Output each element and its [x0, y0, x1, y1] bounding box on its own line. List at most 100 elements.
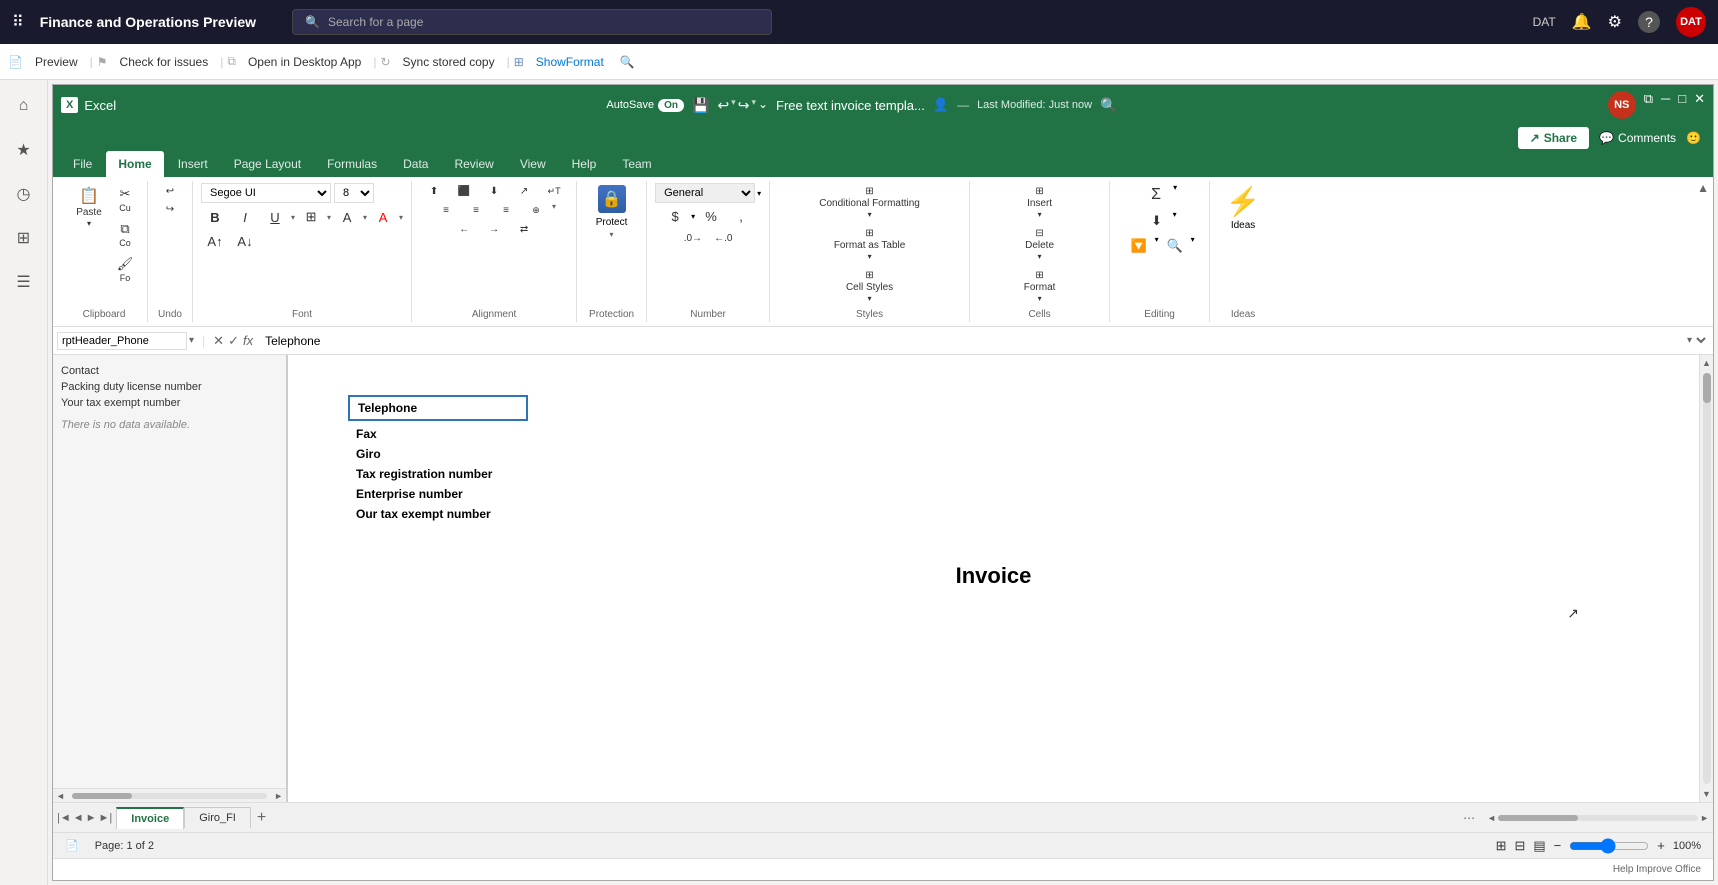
insert-dropdown[interactable]: ▾ — [1038, 210, 1042, 219]
fill-dropdown[interactable]: ▾ — [363, 213, 367, 222]
borders-dropdown[interactable]: ▾ — [327, 213, 331, 222]
delete-cells-button[interactable]: ⊟ Delete ▾ — [1020, 225, 1059, 264]
align-bottom-button[interactable]: ⬇ — [480, 183, 508, 200]
underline-button[interactable]: U — [261, 207, 289, 228]
sheet-hscroll-right[interactable]: ► — [1700, 813, 1709, 823]
share-button[interactable]: ↗ Share — [1518, 127, 1589, 149]
percent-button[interactable]: % — [697, 206, 725, 227]
merge-dropdown[interactable]: ▾ — [552, 202, 556, 219]
autosave-on-label[interactable]: On — [658, 99, 684, 112]
formula-cancel-icon[interactable]: ✕ — [213, 333, 224, 349]
help-improve-label[interactable]: Help Improve Office — [1613, 864, 1701, 875]
orientation-button[interactable]: ↗ — [510, 183, 538, 200]
font-size-select[interactable]: 8 — [334, 183, 374, 203]
scroll-up-button[interactable]: ▲ — [1699, 355, 1713, 371]
tab-nav-prev[interactable]: ◄ — [73, 812, 84, 824]
sort-filter-button[interactable]: 🔽 — [1125, 235, 1153, 257]
underline-dropdown[interactable]: ▾ — [291, 213, 295, 222]
cond-format-dropdown[interactable]: ▾ — [868, 210, 872, 219]
autosum-button[interactable]: Σ — [1142, 183, 1170, 207]
format-table-dropdown[interactable]: ▾ — [868, 252, 872, 261]
cell-reference-box[interactable] — [57, 332, 187, 350]
user-avatar[interactable]: DAT — [1676, 7, 1706, 37]
sidebar-list-icon[interactable]: ☰ — [6, 264, 42, 300]
comma-button[interactable]: , — [727, 206, 755, 227]
h-scroll-left-icon[interactable]: ◄ — [53, 791, 68, 801]
insert-cells-button[interactable]: ⊞ Insert ▾ — [1022, 183, 1057, 222]
tab-insert[interactable]: Insert — [166, 151, 220, 177]
align-left-button[interactable]: ≡ — [432, 202, 460, 219]
add-sheet-button[interactable]: + — [251, 809, 272, 827]
sheet-scroll-thumb[interactable] — [1498, 815, 1578, 821]
tab-nav-last[interactable]: ►| — [99, 812, 113, 824]
sheet-hscroll-left[interactable]: ◄ — [1487, 813, 1496, 823]
conditional-formatting-button[interactable]: ⊞ Conditional Formatting ▾ — [814, 183, 925, 222]
align-center-button[interactable]: ≡ — [462, 202, 490, 219]
scroll-thumb[interactable] — [1703, 373, 1711, 403]
protect-button[interactable]: 🔒 Protect ▾ — [590, 183, 634, 241]
font-color-dropdown[interactable]: ▾ — [399, 213, 403, 222]
decrease-indent-button[interactable]: ← — [450, 221, 478, 238]
enterprise-cell[interactable]: Enterprise number — [348, 485, 1639, 503]
currency-dropdown[interactable]: ▾ — [691, 212, 695, 221]
tab-page-layout[interactable]: Page Layout — [222, 151, 313, 177]
tab-nav-next[interactable]: ► — [86, 812, 97, 824]
ribbon-collapse-icon[interactable]: ▲ — [1697, 181, 1709, 195]
cell-styles-dropdown[interactable]: ▾ — [868, 294, 872, 303]
wrap-text-button[interactable]: ↵T — [540, 183, 568, 200]
tab-team[interactable]: Team — [610, 151, 663, 177]
sidebar-home-icon[interactable]: ⌂ — [6, 88, 42, 124]
page-break-view-icon[interactable]: ▤ — [1533, 838, 1545, 854]
emoji-icon[interactable]: 🙂 — [1686, 131, 1701, 145]
h-scroll-right-icon[interactable]: ► — [271, 791, 286, 801]
excel-maximize-icon[interactable]: □ — [1678, 91, 1686, 119]
nav-search-icon[interactable]: 🔍 — [620, 55, 635, 69]
ideas-button[interactable]: ⚡ Ideas — [1218, 183, 1268, 233]
excel-minimize-icon[interactable]: ─ — [1661, 91, 1670, 119]
bold-button[interactable]: B — [201, 207, 229, 228]
sheet-tab-giro-fi[interactable]: Giro_FI — [184, 807, 251, 828]
fill-button[interactable]: ⬇ — [1143, 210, 1171, 232]
formula-fx-icon[interactable]: fx — [243, 333, 253, 349]
nav-check-issues[interactable]: Check for issues — [112, 51, 217, 73]
zoom-slider[interactable] — [1569, 838, 1649, 854]
format-as-table-button[interactable]: ⊞ Format as Table ▾ — [829, 225, 911, 264]
zoom-in-icon[interactable]: + — [1657, 838, 1665, 853]
gear-icon[interactable]: ⚙ — [1608, 12, 1622, 32]
merge-center-button[interactable]: ⊕ — [522, 202, 550, 219]
save-icon[interactable]: 💾 — [692, 97, 709, 114]
undo-dropdown-icon[interactable]: ▾ — [731, 97, 736, 114]
delete-dropdown[interactable]: ▾ — [1038, 252, 1042, 261]
borders-button[interactable]: ⊞ — [297, 206, 325, 228]
sidebar-clock-icon[interactable]: ◷ — [6, 176, 42, 212]
decrease-decimal-button[interactable]: .0→ — [679, 230, 707, 247]
search-excel-icon[interactable]: 🔍 — [1100, 97, 1117, 114]
decrease-font-button[interactable]: A↓ — [231, 231, 259, 252]
sheet-options-icon[interactable]: ⋯ — [1463, 811, 1475, 825]
find-select-button[interactable]: 🔍 — [1161, 235, 1189, 257]
redo-ribbon-button[interactable]: ↪ — [156, 201, 184, 218]
tab-home[interactable]: Home — [106, 151, 163, 177]
format-cells-button[interactable]: ⊞ Format ▾ — [1019, 267, 1061, 306]
currency-button[interactable]: $ — [661, 206, 689, 227]
italic-button[interactable]: I — [231, 207, 259, 228]
tax-reg-cell[interactable]: Tax registration number — [348, 465, 1639, 483]
paste-button[interactable]: 📋 Paste ▾ — [69, 183, 109, 231]
increase-decimal-button[interactable]: ←.0 — [709, 230, 737, 247]
waffle-icon[interactable]: ⠿ — [12, 12, 24, 32]
global-search-box[interactable]: 🔍 Search for a page — [292, 9, 772, 35]
cell-styles-button[interactable]: ⊞ Cell Styles ▾ — [841, 267, 898, 306]
formula-confirm-icon[interactable]: ✓ — [228, 333, 239, 349]
fill-color-button[interactable]: A — [333, 207, 361, 228]
sidebar-grid-icon[interactable]: ⊞ — [6, 220, 42, 256]
redo-icon[interactable]: ↪ — [738, 97, 750, 114]
excel-close-icon[interactable]: ✕ — [1694, 91, 1705, 119]
bell-icon[interactable]: 🔔 — [1572, 12, 1592, 32]
undo-ribbon-button[interactable]: ↩ — [156, 183, 184, 200]
number-format-dropdown[interactable]: ▾ — [757, 189, 761, 198]
nav-open-desktop[interactable]: Open in Desktop App — [240, 51, 369, 73]
formula-input[interactable] — [257, 332, 1679, 350]
giro-cell[interactable]: Giro — [348, 445, 1639, 463]
comments-button[interactable]: 💬 Comments — [1599, 131, 1676, 145]
page-layout-view-icon[interactable]: ⊟ — [1514, 838, 1525, 854]
